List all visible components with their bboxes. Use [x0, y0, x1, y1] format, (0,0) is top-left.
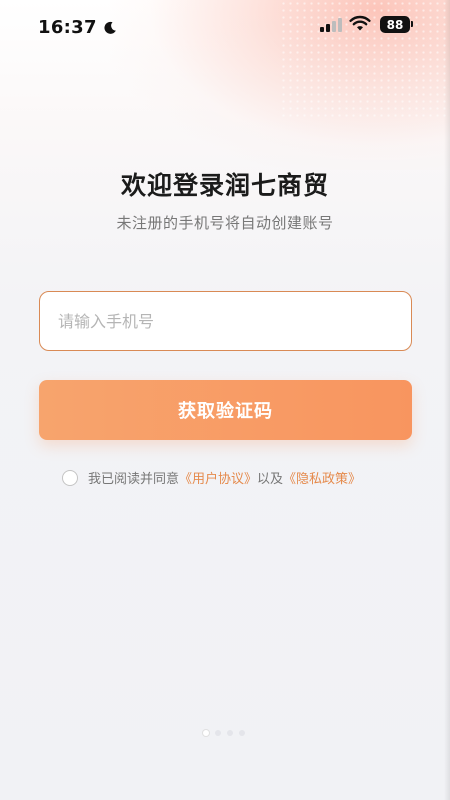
agreement-conjunction: 以及	[257, 472, 284, 487]
moon-icon	[104, 21, 116, 34]
status-time: 16:37	[38, 17, 97, 38]
page-indicator	[203, 730, 245, 736]
battery-icon: 88	[380, 16, 413, 33]
wifi-icon	[349, 15, 371, 31]
page-subtitle: 未注册的手机号将自动创建账号	[116, 214, 334, 232]
phone-number-input[interactable]	[39, 291, 412, 351]
login-screen: 16:37 88 欢迎登录润七商贸 未注册的手机号将自动创建账号 获取验证码 我…	[0, 0, 450, 800]
page-dot-active	[203, 730, 209, 736]
page-dot	[215, 730, 221, 736]
status-time-group: 16:37	[38, 17, 117, 38]
screen-edge-shadow	[444, 0, 450, 800]
cellular-signal-icon	[320, 18, 342, 32]
agreement-prefix: 我已阅读并同意	[88, 472, 180, 487]
battery-level: 88	[386, 17, 404, 32]
agreement-checkbox[interactable]	[62, 469, 78, 486]
status-bar: 16:37 88	[0, 0, 450, 58]
get-verification-code-button[interactable]: 获取验证码	[39, 380, 412, 440]
page-dot	[227, 730, 233, 736]
page-title: 欢迎登录润七商贸	[120, 171, 329, 200]
agreement-row: 我已阅读并同意 《用户协议》 以及 《隐私政策》	[62, 468, 361, 487]
user-agreement-link[interactable]: 《用户协议》	[179, 468, 257, 487]
page-dot	[239, 730, 245, 736]
privacy-policy-link[interactable]: 《隐私政策》	[283, 468, 361, 487]
